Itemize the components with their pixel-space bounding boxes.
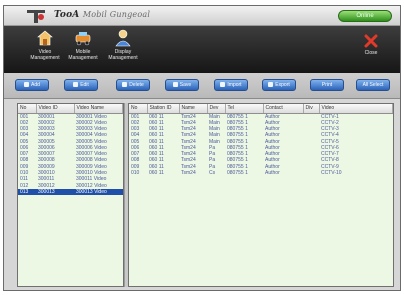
display-management-label: Display Management	[108, 49, 138, 61]
table-cell: 300013 Video	[74, 188, 123, 196]
table-cell: Cs	[209, 170, 216, 177]
video-management-label: Video Management	[30, 49, 60, 61]
table-cell: 080755 1	[227, 170, 248, 177]
mobile-management-label: Mobile Management	[68, 49, 98, 61]
add-button[interactable]: Add	[15, 79, 49, 91]
edit-button[interactable]: Edit	[64, 79, 98, 91]
delete-icon	[122, 82, 128, 87]
table-cell: CCTV-10	[321, 170, 342, 177]
left-column-header[interactable]: Video Name	[74, 104, 123, 114]
import-icon	[220, 82, 226, 87]
table-cell: 300013	[36, 188, 74, 196]
delete-button[interactable]: Delete	[116, 79, 150, 91]
save-icon	[172, 82, 178, 87]
app-subtitle: Mobil Gungeoal	[82, 10, 151, 19]
table-cell: Tsm24	[181, 170, 196, 177]
edit-icon	[73, 82, 79, 87]
main-toolbar: Video Management Mobile Management Display…	[4, 26, 400, 73]
table-cell: 060 11	[149, 170, 164, 177]
status-indicator: Online	[338, 10, 392, 22]
right-column-header[interactable]: Dev	[207, 104, 226, 114]
video-table: No Video ID Video Name 001 300001 300001 Vid…	[18, 104, 123, 196]
delete-label: Delete	[129, 82, 144, 88]
print-button[interactable]: Print	[310, 79, 344, 91]
table-row[interactable]: 013 300013 300013 Video	[18, 188, 123, 196]
app-title: TooA Mobil Gungeoal	[54, 10, 150, 20]
display-management-button[interactable]: Display Management	[104, 29, 142, 61]
vehicle-icon	[75, 32, 91, 46]
close-icon	[364, 34, 378, 48]
right-column-header[interactable]: Div	[303, 104, 320, 114]
close-label: Close	[364, 50, 378, 56]
table-cell: 013	[18, 188, 36, 196]
import-label: Import	[227, 82, 242, 88]
add-label: Add	[31, 82, 40, 88]
export-icon	[268, 82, 274, 87]
select-all-button[interactable]: All Select	[356, 79, 390, 91]
app-name: TooA	[54, 10, 80, 20]
left-column-header[interactable]: No	[18, 104, 37, 114]
table-cell: 010	[131, 170, 140, 177]
export-label: Export	[275, 82, 290, 88]
station-table: No Station ID Name Dev Tel Contact Div Video 00…	[129, 104, 393, 176]
left-column-header[interactable]: Video ID	[36, 104, 75, 114]
edit-label: Edit	[80, 82, 89, 88]
table-row[interactable]: 010 060 11 Tsm24 Cs 080755 1 Author CCTV-10	[129, 170, 393, 176]
title-bar: TooA Mobil Gungeoal Online	[4, 6, 400, 26]
export-button[interactable]: Export	[262, 79, 296, 91]
select-all-label: All Select	[362, 82, 384, 88]
save-button[interactable]: Save	[165, 79, 199, 91]
add-icon	[24, 82, 30, 87]
close-button[interactable]: Close	[352, 34, 390, 56]
table-cell: Author	[265, 170, 280, 177]
print-label: Print	[321, 82, 333, 88]
video-management-button[interactable]: Video Management	[26, 29, 64, 61]
import-button[interactable]: Import	[214, 79, 248, 91]
house-icon	[37, 30, 53, 46]
table-cell	[303, 170, 319, 176]
right-column-header[interactable]: No	[129, 104, 148, 114]
station-list-panel: No Station ID Name Dev Tel Contact Div Video 00…	[128, 103, 394, 287]
app-window: TooA Mobil Gungeoal Online Video Manageme…	[3, 5, 401, 291]
video-list-panel: No Video ID Video Name 001 300001 300001 Vid…	[17, 103, 124, 287]
right-column-header[interactable]: Contact	[263, 104, 304, 114]
right-column-header[interactable]: Tel	[225, 104, 264, 114]
right-column-header[interactable]: Name	[179, 104, 208, 114]
user-icon	[115, 29, 131, 47]
save-label: Save	[179, 82, 192, 88]
app-logo-icon	[27, 10, 45, 23]
right-column-header[interactable]: Station ID	[147, 104, 180, 114]
right-column-header[interactable]: Video	[319, 104, 393, 114]
mobile-management-button[interactable]: Mobile Management	[64, 29, 102, 61]
action-button-row: Add Edit Delete Save Import Export Print…	[4, 73, 400, 99]
